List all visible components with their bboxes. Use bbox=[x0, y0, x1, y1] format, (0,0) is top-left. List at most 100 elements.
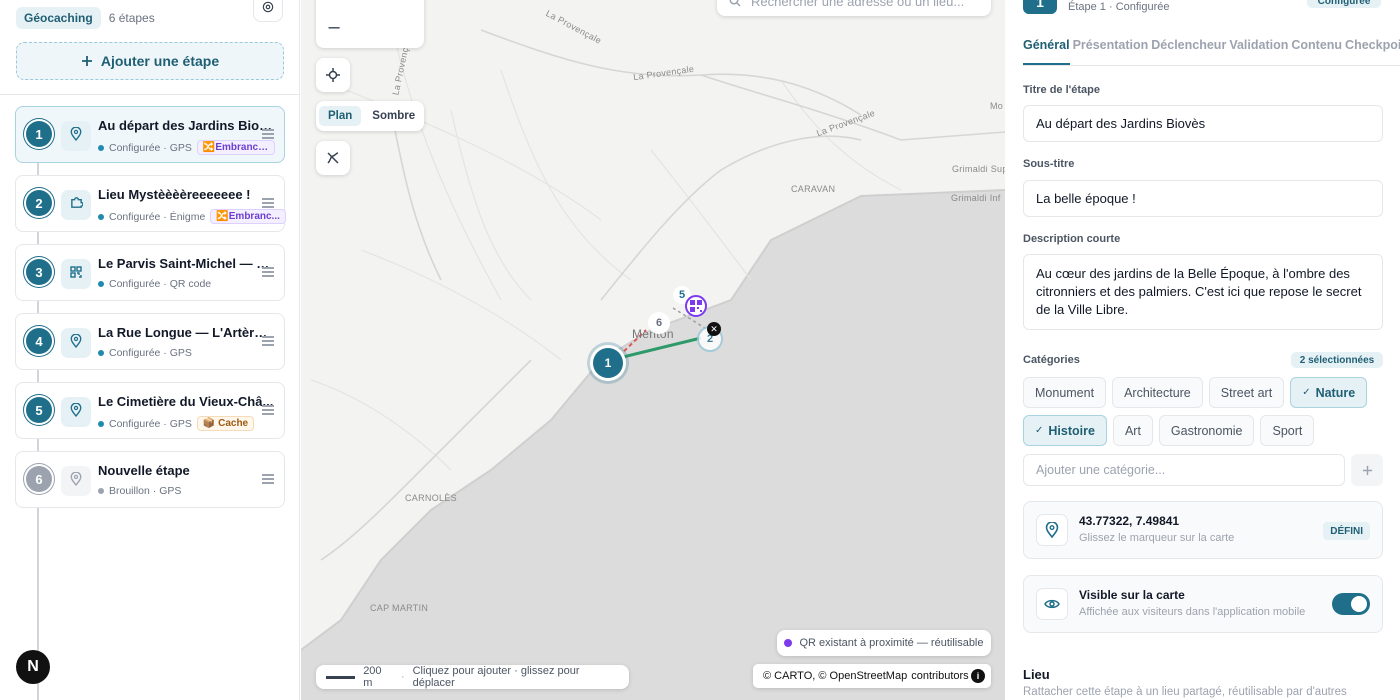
tab-trigger[interactable]: Déclencheur bbox=[1151, 38, 1226, 65]
map-scale: 200 m · Cliquez pour ajouter · glissez p… bbox=[316, 665, 629, 689]
step-card[interactable]: 2 Lieu Mystèèèèreeeeeee ! Configurée · Éni… bbox=[15, 175, 286, 232]
check-icon: ✓ bbox=[1302, 387, 1311, 398]
scale-bar bbox=[326, 675, 356, 679]
status-dot bbox=[98, 350, 104, 356]
zoom-out-button[interactable]: – bbox=[324, 17, 344, 38]
style-option-plan[interactable]: Plan bbox=[319, 106, 362, 126]
step-number: 6 bbox=[26, 466, 52, 492]
qr-code-icon bbox=[70, 265, 82, 283]
map-label-district: CARNOLÈS bbox=[405, 493, 457, 503]
map-view[interactable]: La Provençale La Provençale La Provençal… bbox=[301, 0, 1005, 700]
map-pin-icon bbox=[70, 126, 82, 146]
check-icon: ✓ bbox=[1035, 425, 1044, 436]
qr-hint-text: QR existant à proximité — réutilisable bbox=[799, 637, 984, 649]
locate-button[interactable] bbox=[316, 58, 350, 92]
drag-handle-icon[interactable] bbox=[262, 474, 274, 484]
map-marker-qr[interactable] bbox=[685, 295, 707, 317]
selected-count-badge: 2 sélectionnées bbox=[1291, 352, 1383, 368]
editor-tabs: Général Présentation Déclencheur Validat… bbox=[1023, 38, 1400, 66]
search-icon bbox=[729, 0, 741, 7]
gear-icon bbox=[262, 1, 274, 13]
status-dot bbox=[98, 488, 104, 494]
address-search[interactable]: Rechercher une adresse ou un lieu... bbox=[717, 0, 991, 16]
category-chip[interactable]: ✓ Histoire bbox=[1023, 415, 1107, 446]
subtitle-input[interactable]: La belle époque ! bbox=[1023, 180, 1383, 217]
map-label-district: Grimaldi Sup bbox=[952, 164, 1005, 174]
step-meta: Brouillon · GPS bbox=[98, 485, 181, 497]
coordinates-icon-box bbox=[1036, 514, 1068, 546]
visibility-title: Visible sur la carte bbox=[1079, 588, 1185, 602]
user-avatar[interactable]: N bbox=[16, 650, 50, 684]
attribution-link[interactable]: contributors bbox=[911, 670, 968, 682]
tab-validation[interactable]: Validation bbox=[1229, 38, 1288, 65]
description-textarea[interactable]: Au cœur des jardins de la Belle Époque, … bbox=[1023, 254, 1383, 330]
add-category-input[interactable]: Ajouter une catégorie... bbox=[1023, 454, 1345, 486]
category-chip[interactable]: Sport bbox=[1260, 415, 1315, 446]
map-attribution: © CARTO, © OpenStreetMap contributors i bbox=[753, 664, 991, 688]
visibility-card: Visible sur la carte Affichée aux visite… bbox=[1023, 575, 1383, 633]
category-chip[interactable]: Monument bbox=[1023, 377, 1107, 408]
add-step-button[interactable]: Ajouter une étape bbox=[16, 42, 284, 80]
step-card[interactable]: 5 Le Cimetière du Vieux-Châ... Configurée … bbox=[15, 382, 285, 439]
step-type-icon-box bbox=[61, 397, 91, 427]
drag-handle-icon[interactable] bbox=[262, 267, 274, 277]
step-tag: 📦 Cache bbox=[196, 416, 255, 431]
visibility-toggle[interactable] bbox=[1332, 593, 1370, 615]
map-marker-unavailable[interactable]: ✕ bbox=[707, 322, 721, 336]
zoom-controls: – bbox=[316, 0, 424, 48]
map-marker-step-6[interactable]: 6 bbox=[648, 312, 670, 334]
step-tag: 🔀Embranc... bbox=[210, 209, 286, 224]
drag-handle-icon[interactable] bbox=[262, 198, 274, 208]
step-card[interactable]: 3 Le Parvis Saint-Michel — L... Configurée… bbox=[15, 244, 285, 301]
step-number: 5 bbox=[26, 397, 52, 423]
category-chip[interactable]: Art bbox=[1112, 415, 1153, 446]
status-dot bbox=[98, 281, 104, 287]
add-category-button[interactable] bbox=[1351, 454, 1383, 486]
sidebar-header: Géocaching 6 étapes bbox=[16, 0, 283, 30]
category-chip[interactable]: Architecture bbox=[1112, 377, 1203, 408]
step-title: Nouvelle étape bbox=[98, 463, 190, 478]
map-label-district: Mo bbox=[990, 101, 1004, 111]
info-icon[interactable]: i bbox=[971, 669, 985, 683]
step-number: 1 bbox=[26, 121, 52, 147]
step-meta: Configurée · GPS bbox=[98, 347, 192, 359]
category-label: Street art bbox=[1220, 385, 1273, 400]
coordinates-hint: Glissez le marqueur sur la carte bbox=[1079, 532, 1235, 544]
step-editor-panel: 1 Étape 1 · Configurée Configurée Généra… bbox=[1005, 0, 1400, 700]
step-card[interactable]: 6 Nouvelle étape Brouillon · GPS bbox=[15, 451, 285, 508]
tab-general[interactable]: Général bbox=[1023, 38, 1070, 65]
drag-handle-icon[interactable] bbox=[262, 129, 274, 139]
category-chip[interactable]: Street art bbox=[1208, 377, 1285, 408]
settings-button[interactable] bbox=[253, 0, 283, 22]
step-meta: Configurée · Énigme 🔀Embranc... bbox=[98, 209, 286, 224]
step-card[interactable]: 4 La Rue Longue — L'Artère ... Configurée … bbox=[15, 313, 285, 370]
style-option-dark[interactable]: Sombre bbox=[363, 106, 424, 126]
route-toggle-button[interactable] bbox=[316, 141, 350, 175]
tab-content[interactable]: Contenu bbox=[1291, 38, 1342, 65]
step-type-icon-box bbox=[61, 466, 91, 496]
step-meta: Configurée · GPS 🔀Embranch... bbox=[98, 140, 275, 155]
map-label-district: Grimaldi Inf bbox=[951, 193, 1001, 203]
step-count: 6 étapes bbox=[108, 11, 155, 25]
coordinates-value: 43.77322, 7.49841 bbox=[1079, 514, 1180, 528]
status-dot bbox=[98, 144, 104, 151]
visibility-icon-box bbox=[1036, 588, 1068, 620]
title-input[interactable]: Au départ des Jardins Biovès bbox=[1023, 105, 1383, 142]
toggle-knob bbox=[1351, 596, 1367, 612]
status-dot bbox=[98, 420, 104, 427]
tab-presentation[interactable]: Présentation bbox=[1073, 38, 1149, 65]
step-card[interactable]: 1 Au départ des Jardins Biovès Configurée … bbox=[15, 106, 285, 163]
plus-icon bbox=[81, 56, 92, 66]
drag-handle-icon[interactable] bbox=[262, 405, 274, 415]
category-chips: Monument Architecture Street art ✓ Nature ✓ Hi… bbox=[1023, 377, 1383, 446]
step-title: Lieu Mystèèèèreeeeeee ! bbox=[98, 187, 251, 202]
category-label: Nature bbox=[1315, 385, 1356, 400]
category-chip[interactable]: ✓ Nature bbox=[1290, 377, 1368, 408]
category-chip[interactable]: Gastronomie bbox=[1158, 415, 1255, 446]
map-marker-step-1[interactable]: 1 bbox=[593, 348, 623, 378]
mode-chip[interactable]: Géocaching bbox=[16, 7, 101, 29]
drag-handle-icon[interactable] bbox=[262, 336, 274, 346]
tab-checkpoint[interactable]: Checkpoint bbox=[1345, 38, 1400, 65]
step-title: Le Parvis Saint-Michel — L... bbox=[98, 256, 274, 271]
step-status: Configurée · GPS bbox=[109, 141, 192, 154]
